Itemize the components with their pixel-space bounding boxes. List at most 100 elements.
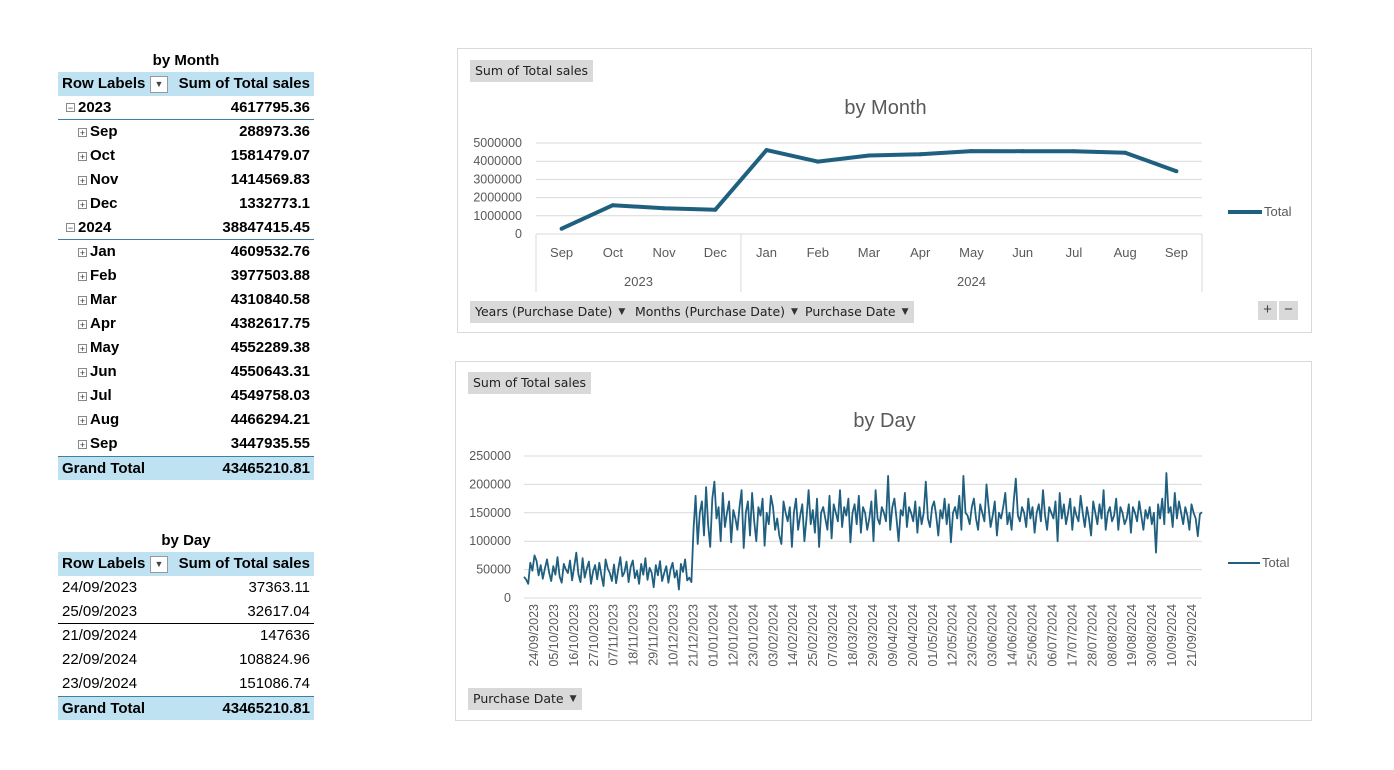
pivot-header-row: Row Labels ▼ Sum of Total sales <box>58 72 314 96</box>
x-tick-label: 09/04/2024 <box>886 604 900 667</box>
x-tick-label: 12/05/2024 <box>946 604 960 667</box>
y-tick-label: 150000 <box>469 506 511 520</box>
expand-toggle-icon[interactable]: + <box>78 199 87 209</box>
expand-toggle-icon[interactable]: + <box>78 127 87 137</box>
month-label: Oct <box>90 147 116 164</box>
month-row[interactable]: + Jan 4609532.76 <box>58 240 314 264</box>
month-row[interactable]: + Oct 1581479.07 <box>58 144 314 168</box>
y-tick-label: 0 <box>515 227 522 241</box>
legend-swatch <box>1228 561 1260 564</box>
month-label: Jan <box>90 243 116 260</box>
expand-field-button[interactable]: + <box>1258 301 1277 320</box>
month-row[interactable]: + Nov 1414569.83 <box>58 168 314 192</box>
month-value: 1581479.07 <box>230 147 310 164</box>
month-row[interactable]: + Mar 4310840.58 <box>58 288 314 312</box>
y-tick-label: 2000000 <box>473 191 522 205</box>
axis-field-button-months[interactable]: Months (Purchase Date) ▼ <box>630 301 803 323</box>
grand-total-value: 43465210.81 <box>222 460 310 477</box>
series-line-total <box>560 148 1178 231</box>
series-line-total <box>523 472 1203 591</box>
expand-toggle-icon[interactable]: + <box>78 151 87 161</box>
axis-field-label: Months (Purchase Date) <box>635 304 786 319</box>
row-labels-header: Row Labels <box>62 555 146 572</box>
table-row[interactable]: 22/09/2024 108824.96 <box>58 648 314 672</box>
day-chart-plot: 250000 200000 150000 100000 50000 0 24/09/2023… <box>469 449 1203 667</box>
x-tick-label: 21/09/2024 <box>1185 604 1199 667</box>
collapse-toggle-icon[interactable]: − <box>66 103 75 113</box>
pivot-header-row: Row Labels ▼ Sum of Total sales <box>58 552 314 576</box>
expand-toggle-icon[interactable]: + <box>78 439 87 449</box>
x-tick-label: Mar <box>858 245 881 260</box>
month-row[interactable]: + May 4552289.38 <box>58 336 314 360</box>
month-row[interactable]: + Sep 3447935.55 <box>58 432 314 456</box>
month-value: 4549758.03 <box>230 387 310 404</box>
month-label: Sep <box>90 123 118 140</box>
x-tick-label: 17/07/2024 <box>1065 604 1079 667</box>
collapse-toggle-icon[interactable]: − <box>66 223 75 233</box>
month-value: 4466294.21 <box>230 411 310 428</box>
expand-toggle-icon[interactable]: + <box>78 175 87 185</box>
month-label: Jun <box>90 363 117 380</box>
row-value: 151086.74 <box>239 675 310 692</box>
pivot-chart-by-day[interactable]: Sum of Total sales by Day 250000 200000 15… <box>455 361 1312 721</box>
row-labels-header: Row Labels <box>62 75 146 92</box>
collapse-field-button[interactable]: − <box>1279 301 1298 320</box>
x-tick-label: 12/01/2024 <box>726 604 740 667</box>
x-tick-label: 10/12/2023 <box>667 604 681 667</box>
expand-toggle-icon[interactable]: + <box>78 367 87 377</box>
year-row[interactable]: −2023 4617795.36 <box>58 96 314 120</box>
month-label: Mar <box>90 291 117 308</box>
expand-toggle-icon[interactable]: + <box>78 295 87 305</box>
y-tick-label: 200000 <box>469 477 511 491</box>
expand-toggle-icon[interactable]: + <box>78 391 87 401</box>
x-tick-label: Jul <box>1066 245 1083 260</box>
expand-toggle-icon[interactable]: + <box>78 271 87 281</box>
month-row[interactable]: + Apr 4382617.75 <box>58 312 314 336</box>
row-label: 25/09/2023 <box>62 602 138 620</box>
x-tick-label: 29/11/2023 <box>647 604 661 666</box>
expand-toggle-icon[interactable]: + <box>78 319 87 329</box>
table-row[interactable]: 25/09/2023 32617.04 <box>58 600 314 624</box>
row-labels-filter-dropdown[interactable]: ▼ <box>150 555 168 573</box>
pivot-chart-by-month[interactable]: Sum of Total sales by Month 5000000 40000… <box>457 48 1312 333</box>
year-label: 2023 <box>78 98 112 116</box>
value-column-header: Sum of Total sales <box>178 555 310 572</box>
month-row[interactable]: + Dec 1332773.1 <box>58 192 314 216</box>
row-label: 23/09/2024 <box>62 675 138 692</box>
axis-field-button-purchase-date[interactable]: Purchase Date ▼ <box>800 301 914 323</box>
expand-toggle-icon[interactable]: + <box>78 343 87 353</box>
x-tick-label: Dec <box>704 245 728 260</box>
row-labels-filter-dropdown[interactable]: ▼ <box>150 75 168 93</box>
month-row[interactable]: + Sep 288973.36 <box>58 120 314 144</box>
x-tick-label: 03/06/2024 <box>986 604 1000 667</box>
table-row[interactable]: 24/09/2023 37363.11 <box>58 576 314 600</box>
data-point <box>559 226 564 231</box>
x-tick-label: 07/11/2023 <box>607 604 621 666</box>
month-row[interactable]: + Jun 4550643.31 <box>58 360 314 384</box>
x-tick-label: 05/10/2023 <box>547 604 561 667</box>
month-label: Jul <box>90 387 112 404</box>
month-value: 3977503.88 <box>230 267 310 284</box>
y-tick-label: 250000 <box>469 449 511 463</box>
x-tick-label: Nov <box>653 245 677 260</box>
group-label: 2024 <box>957 274 986 289</box>
expand-toggle-icon[interactable]: + <box>78 415 87 425</box>
table-row[interactable]: 23/09/2024 151086.74 <box>58 672 314 696</box>
x-tick-label: Sep <box>550 245 573 260</box>
axis-field-button-years[interactable]: Years (Purchase Date) ▼ <box>470 301 631 323</box>
x-tick-label: 20/04/2024 <box>906 604 920 667</box>
month-row[interactable]: + Aug 4466294.21 <box>58 408 314 432</box>
y-tick-label: 4000000 <box>473 154 522 168</box>
expand-toggle-icon[interactable]: + <box>78 247 87 257</box>
month-row[interactable]: + Feb 3977503.88 <box>58 264 314 288</box>
month-value: 1332773.1 <box>239 195 310 212</box>
month-label: Sep <box>90 435 118 452</box>
x-tick-label: Apr <box>910 245 931 260</box>
year-label: 2024 <box>78 218 112 236</box>
year-row[interactable]: −2024 38847415.45 <box>58 216 314 240</box>
legend-swatch <box>1228 209 1262 214</box>
pivot-table-by-month: by Month Row Labels ▼ Sum of Total sales… <box>58 48 314 480</box>
axis-field-button-purchase-date[interactable]: Purchase Date ▼ <box>468 688 582 710</box>
month-row[interactable]: + Jul 4549758.03 <box>58 384 314 408</box>
table-row[interactable]: 21/09/2024 147636 <box>58 624 314 648</box>
